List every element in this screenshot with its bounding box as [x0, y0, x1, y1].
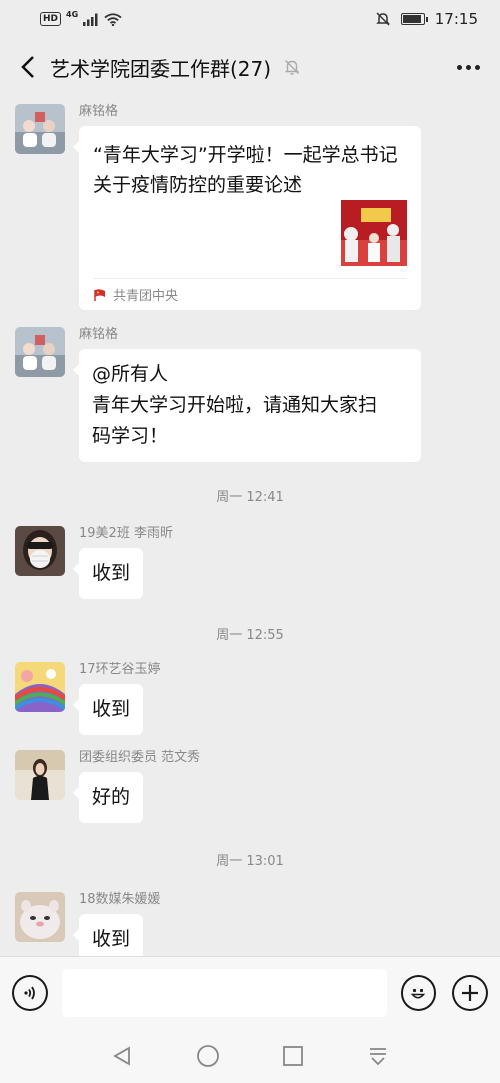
- message-bubble[interactable]: 收到: [72, 914, 144, 956]
- source-name: 共青团中央: [113, 289, 179, 304]
- back-arrow-icon[interactable]: [14, 49, 42, 85]
- message-bubble[interactable]: 好的: [72, 772, 144, 823]
- triangle-back-icon[interactable]: [111, 1045, 133, 1067]
- message-item: 麻铭格 “青年大学习”开学啦！一起学总书记关于疫情防控的重要论述 共青团中央: [15, 104, 421, 310]
- card-source: 共青团中央: [93, 278, 407, 310]
- sender-name: 18数媒朱媛媛: [79, 892, 161, 907]
- card-thumbnail: [341, 200, 407, 266]
- link-card[interactable]: “青年大学习”开学啦！一起学总书记关于疫情防控的重要论述 共青团中央: [73, 126, 421, 310]
- square-recent-icon[interactable]: [282, 1045, 304, 1067]
- voice-icon[interactable]: [12, 974, 48, 1011]
- circle-home-icon[interactable]: [196, 1044, 220, 1068]
- network-type: 4G: [66, 9, 79, 19]
- battery-icon: [400, 13, 428, 25]
- message-item: 团委组织委员 范文秀 好的: [15, 750, 200, 823]
- chat-header: 艺术学院团委工作群(27): [0, 38, 500, 96]
- timestamp: 周一 12:55: [216, 628, 284, 643]
- plus-icon[interactable]: [452, 974, 489, 1011]
- title-area: 艺术学院团委工作群(27): [50, 53, 301, 82]
- avatar[interactable]: [15, 662, 65, 712]
- avatar[interactable]: [15, 327, 65, 377]
- message-bubble[interactable]: 收到: [72, 684, 144, 735]
- sender-name: 19美2班 李雨昕: [79, 526, 173, 541]
- card-title: “青年大学习”开学啦！一起学总书记关于疫情防控的重要论述: [93, 144, 398, 196]
- status-time: 17:15: [434, 10, 478, 28]
- emoji-icon[interactable]: [400, 974, 437, 1011]
- bell-off-icon: [284, 60, 300, 75]
- message-list[interactable]: 麻铭格 “青年大学习”开学啦！一起学总书记关于疫情防控的重要论述 共青团中央 麻…: [0, 96, 500, 956]
- message-bubble[interactable]: @所有人 青年大学习开始啦，请通知大家扫 码学习！: [73, 349, 421, 462]
- message-text: 收到: [92, 698, 131, 720]
- input-bar: [0, 956, 500, 1028]
- message-line: 码学习！: [92, 425, 169, 447]
- message-item: 19美2班 李雨昕 收到: [15, 526, 173, 599]
- message-text: 收到: [92, 562, 131, 584]
- message-line: 青年大学习开始啦，请通知大家扫: [92, 394, 378, 416]
- system-nav-bar: [0, 1028, 500, 1083]
- avatar[interactable]: [15, 892, 65, 942]
- sender-name: 麻铭格: [79, 327, 119, 342]
- flag-icon: [94, 288, 105, 301]
- sender-name: 麻铭格: [79, 104, 119, 119]
- timestamp: 周一 13:01: [216, 854, 284, 869]
- message-line: @所有人: [92, 363, 169, 385]
- bell-off-status-icon: [375, 12, 390, 26]
- download-icon[interactable]: [367, 1045, 389, 1067]
- avatar[interactable]: [15, 104, 65, 154]
- more-dots-icon[interactable]: [450, 64, 486, 70]
- status-right: 17:15: [375, 10, 478, 28]
- wifi-icon: [104, 12, 122, 26]
- message-bubble[interactable]: 收到: [72, 548, 144, 599]
- signal-icon: [83, 13, 98, 26]
- message-item: 17环艺谷玉婷 收到: [15, 662, 161, 735]
- sender-name: 17环艺谷玉婷: [79, 662, 161, 677]
- hd-badge: HD: [40, 12, 62, 26]
- message-input[interactable]: [61, 968, 387, 1017]
- avatar[interactable]: [15, 526, 65, 576]
- message-item: 18数媒朱媛媛 收到: [15, 892, 161, 956]
- message-item: 麻铭格 @所有人 青年大学习开始啦，请通知大家扫 码学习！: [15, 327, 421, 462]
- timestamp: 周一 12:41: [216, 490, 284, 505]
- avatar[interactable]: [15, 750, 65, 800]
- message-text: 好的: [92, 786, 131, 808]
- sender-name: 团委组织委员 范文秀: [79, 750, 201, 765]
- chat-title: 艺术学院团委工作群(27): [50, 56, 272, 81]
- message-text: 收到: [92, 928, 131, 950]
- status-bar: HD 4G 17:15: [0, 0, 500, 38]
- status-left: HD 4G: [40, 9, 122, 26]
